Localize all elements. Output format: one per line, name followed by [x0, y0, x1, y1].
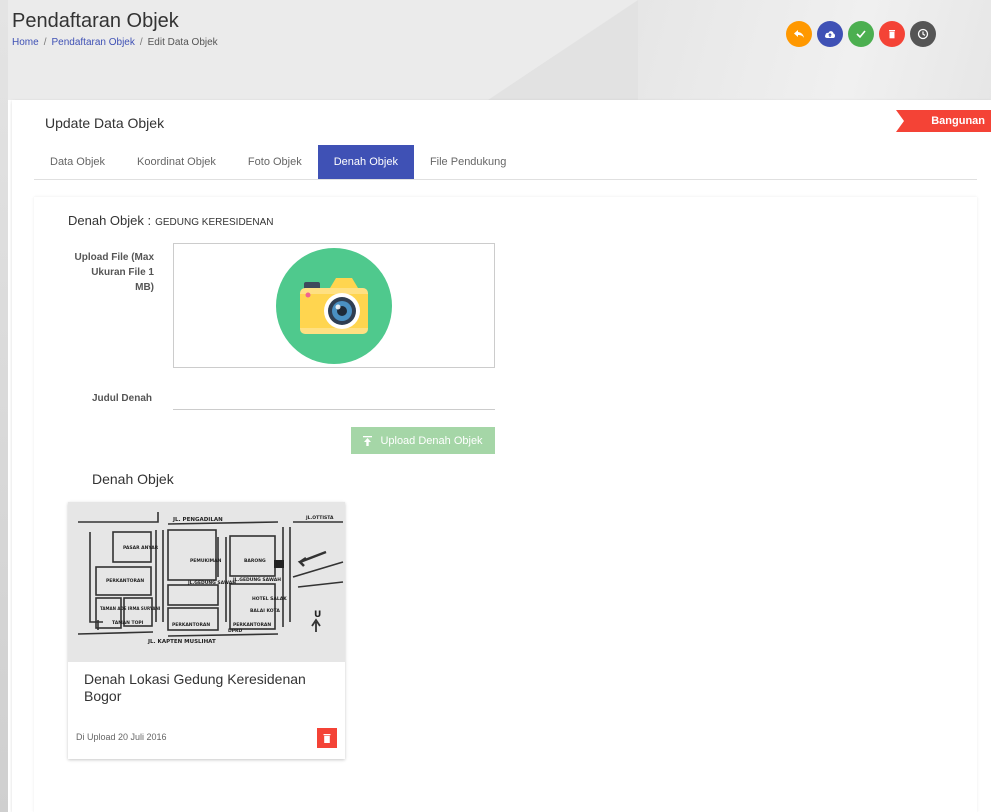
denah-card: JL. PENGADILAN JL.OTTISTA PASAR ANYAR PE… [68, 502, 345, 759]
cloud-upload-button[interactable] [817, 21, 843, 47]
map-label-block9: DPRD [228, 628, 242, 634]
upload-dropzone[interactable] [173, 243, 495, 368]
breadcrumb-pendaftaran-objek[interactable]: Pendaftaran Objek [51, 37, 134, 48]
tab-koordinat-objek[interactable]: Koordinat Objek [121, 145, 232, 179]
card-title: Update Data Objek [45, 115, 165, 131]
object-name: GEDUNG KERESIDENAN [155, 217, 274, 228]
map-label-block7: HOTEL SALAK [252, 596, 287, 602]
upload-denah-button[interactable]: Upload Denah Objek [351, 427, 495, 454]
map-label-block8: BALAI KOTA [250, 608, 280, 614]
tab-denah-objek[interactable]: Denah Objek [317, 145, 414, 179]
breadcrumb-separator: / [43, 37, 47, 48]
reply-icon [794, 30, 804, 38]
map-drawing: JL. PENGADILAN JL.OTTISTA PASAR ANYAR PE… [68, 502, 345, 662]
breadcrumb-separator: / [139, 37, 143, 48]
trash-icon [889, 30, 895, 39]
delete-object-button[interactable] [879, 21, 905, 47]
map-label-street-right: JL.OTTISTA [305, 515, 334, 521]
upload-button-label: Upload Denah Objek [380, 434, 483, 447]
breadcrumb-home[interactable]: Home [12, 37, 39, 48]
map-label-street-mid1: JL.GEDUNG SAWAH [187, 580, 236, 586]
clock-icon [917, 28, 929, 40]
delete-denah-button[interactable] [317, 728, 337, 748]
map-label-block3: TAMAN ADE IRMA SURYANI [100, 606, 161, 611]
back-button[interactable] [786, 21, 812, 47]
camera-icon [276, 247, 392, 364]
breadcrumb-current: Edit Data Objek [147, 37, 218, 48]
denah-gallery-heading: Denah Objek [92, 471, 174, 487]
upload-label: Upload File (Max Ukuran File 1 MB) [74, 252, 154, 293]
map-label-street-mid2: JL.GEDUNG SAWAH [232, 577, 281, 583]
map-label-block2: PERKANTORAN [106, 578, 144, 584]
upload-icon [363, 435, 373, 446]
history-button[interactable] [910, 21, 936, 47]
map-label-block1: PASAR ANYAR [123, 545, 159, 551]
tab-data-objek[interactable]: Data Objek [34, 145, 121, 179]
tab-foto-objek[interactable]: Foto Objek [232, 145, 318, 179]
cloud-upload-icon [825, 31, 835, 38]
upload-date: Di Upload 20 Juli 2016 [76, 732, 167, 742]
tab-file-pendukung[interactable]: File Pendukung [414, 145, 522, 179]
map-label-block11: PERKANTORAN [233, 622, 271, 628]
judul-denah-input[interactable] [173, 388, 495, 410]
map-label-street-top: JL. PENGADILAN [172, 517, 223, 523]
tab-bar: Data Objek Koordinat Objek Foto Objek De… [34, 145, 977, 180]
section-title: Denah Objek : GEDUNG KERESIDENAN [68, 213, 273, 228]
judul-denah-label: Judul Denah [91, 393, 152, 404]
denah-map-image[interactable]: JL. PENGADILAN JL.OTTISTA PASAR ANYAR PE… [68, 502, 345, 662]
section-title-label: Denah Objek : [68, 213, 152, 228]
map-label-block10: BARONG [244, 558, 266, 564]
denah-caption: Denah Lokasi Gedung Keresidenan Bogor [84, 671, 306, 704]
map-label-north: U [314, 610, 321, 620]
check-icon [856, 30, 866, 39]
denah-panel: Denah Objek : GEDUNG KERESIDENAN Upload … [34, 197, 977, 812]
map-label-block6: PERKANTORAN [172, 622, 210, 628]
left-rail [0, 0, 8, 812]
trash-icon [323, 733, 331, 743]
category-ribbon: Bangunan [896, 110, 991, 132]
map-label-street-bottom: JL. KAPTEN MUSLIHAT [147, 639, 216, 645]
breadcrumb: Home / Pendaftaran Objek / Edit Data Obj… [12, 37, 218, 48]
action-buttons [786, 21, 936, 47]
save-button[interactable] [848, 21, 874, 47]
update-card: Update Data Objek Bangunan Data Objek Ko… [12, 100, 991, 812]
page-title: Pendaftaran Objek [12, 10, 179, 32]
map-label-block5: PEMUKIMAN [190, 558, 222, 564]
map-label-block4: TAMAN TOPI [112, 620, 144, 626]
